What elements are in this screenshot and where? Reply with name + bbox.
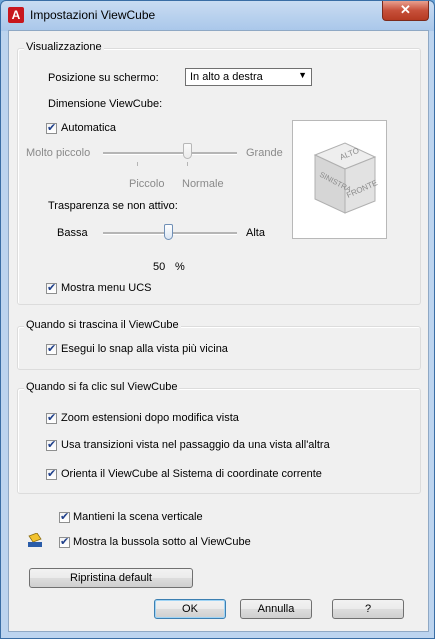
transitions-checkbox[interactable] bbox=[46, 438, 57, 451]
size-slider-track[interactable] bbox=[103, 152, 237, 155]
size-max-label: Grande bbox=[246, 147, 283, 159]
transparency-label: Trasparenza se non attivo: bbox=[48, 200, 178, 212]
size-tick-2 bbox=[187, 162, 188, 166]
window-title: Impostazioni ViewCube bbox=[30, 8, 156, 22]
transitions-label[interactable]: Usa transizioni vista nel passaggio da u… bbox=[61, 439, 330, 451]
automatic-checkbox[interactable] bbox=[46, 121, 57, 134]
transparency-value: 50 bbox=[153, 261, 166, 273]
viewcube-preview: ALTO SINISTRA FRONTE bbox=[292, 120, 387, 239]
orient-checkbox[interactable] bbox=[46, 467, 57, 480]
chevron-down-icon: ▼ bbox=[298, 70, 307, 80]
show-compass-checkbox[interactable] bbox=[59, 535, 70, 548]
cancel-button[interactable]: Annulla bbox=[240, 599, 312, 619]
dialog-body: Visualizzazione Posizione su schermo: In… bbox=[8, 30, 429, 632]
size-slider-thumb[interactable] bbox=[183, 143, 192, 159]
keep-upright-label[interactable]: Mantieni la scena verticale bbox=[73, 511, 203, 523]
autocad-app-icon: A bbox=[8, 7, 24, 23]
transparency-unit: % bbox=[175, 261, 185, 273]
transparency-max-label: Alta bbox=[246, 227, 265, 239]
show-compass-label[interactable]: Mostra la bussola sotto al ViewCube bbox=[73, 536, 251, 548]
group-click-title: Quando si fa clic sul ViewCube bbox=[24, 381, 180, 393]
transparency-slider-thumb[interactable] bbox=[164, 224, 173, 240]
position-dropdown[interactable]: In alto a destra ▼ bbox=[185, 68, 312, 86]
size-label: Dimensione ViewCube: bbox=[48, 98, 163, 110]
zoom-label[interactable]: Zoom estensioni dopo modifica vista bbox=[61, 412, 239, 424]
ok-button[interactable]: OK bbox=[154, 599, 226, 619]
group-visualizzazione-title: Visualizzazione bbox=[24, 41, 104, 53]
close-button[interactable]: ✕ bbox=[382, 1, 429, 21]
position-label: Posizione su schermo: bbox=[48, 72, 159, 84]
group-drag-title: Quando si trascina il ViewCube bbox=[24, 319, 181, 331]
size-tick-1 bbox=[137, 162, 138, 166]
title-bar[interactable]: A Impostazioni ViewCube ✕ bbox=[1, 1, 434, 29]
help-button[interactable]: ? bbox=[332, 599, 404, 619]
size-tick-label-normale: Normale bbox=[182, 178, 224, 190]
size-min-label: Molto piccolo bbox=[26, 147, 91, 159]
compass-icon bbox=[28, 533, 42, 547]
viewcube-icon: ALTO SINISTRA FRONTE bbox=[313, 142, 379, 214]
orient-label[interactable]: Orienta il ViewCube al Sistema di coordi… bbox=[61, 468, 322, 480]
snap-checkbox[interactable] bbox=[46, 342, 57, 355]
size-tick-label-piccolo: Piccolo bbox=[129, 178, 165, 190]
ucs-menu-checkbox[interactable] bbox=[46, 281, 57, 294]
transparency-min-label: Bassa bbox=[57, 227, 88, 239]
snap-label[interactable]: Esegui lo snap alla vista più vicina bbox=[61, 343, 228, 355]
ucs-menu-label[interactable]: Mostra menu UCS bbox=[61, 282, 151, 294]
dialog-window: A Impostazioni ViewCube ✕ Visualizzazion… bbox=[0, 0, 435, 639]
restore-defaults-button[interactable]: Ripristina default bbox=[29, 568, 193, 588]
zoom-checkbox[interactable] bbox=[46, 411, 57, 424]
position-dropdown-value: In alto a destra bbox=[190, 71, 263, 83]
automatic-label[interactable]: Automatica bbox=[61, 122, 116, 134]
keep-upright-checkbox[interactable] bbox=[59, 510, 70, 523]
